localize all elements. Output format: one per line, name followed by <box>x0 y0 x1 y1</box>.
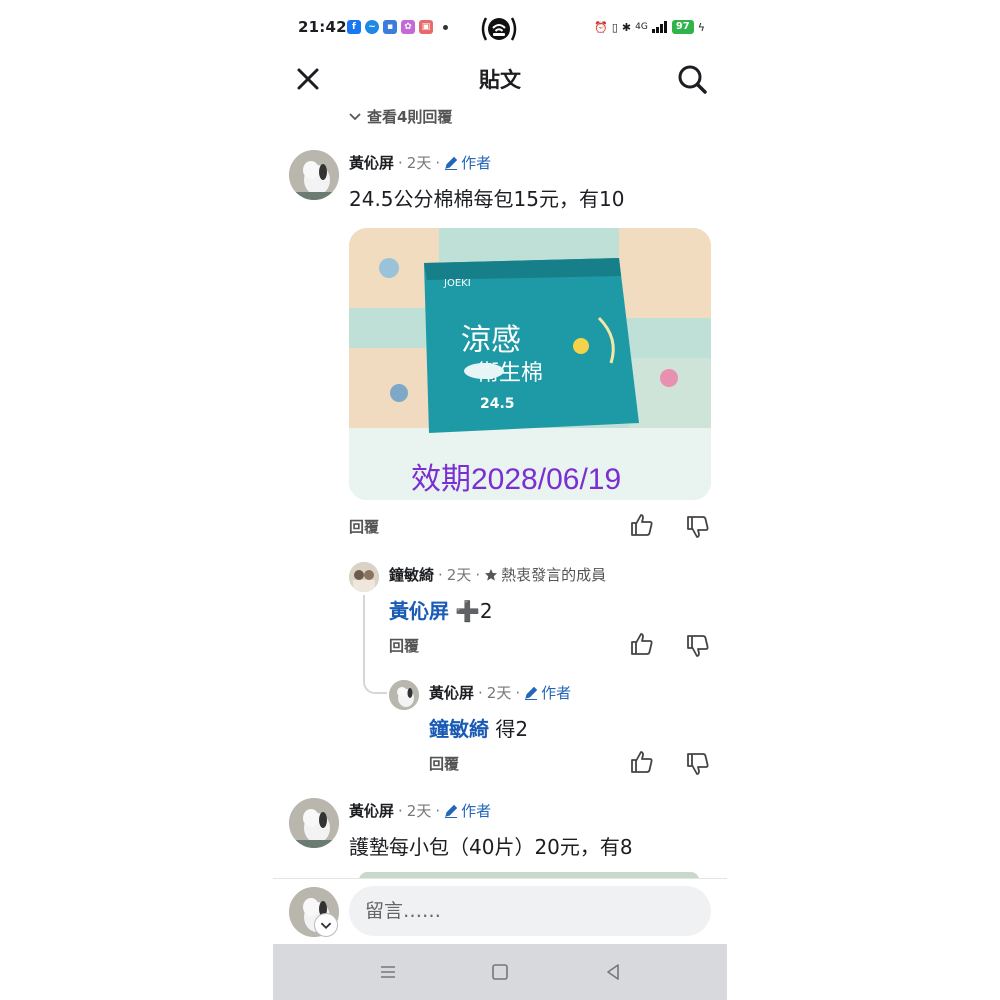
facebook-icon: f <box>347 20 361 34</box>
avatar[interactable] <box>349 562 379 592</box>
comment-meta: 鐘敏綺 · 2天 · 熱衷發言的成員 <box>389 564 607 585</box>
thread-connector <box>363 672 387 694</box>
search-icon[interactable] <box>675 62 709 96</box>
author-name[interactable]: 鐘敏綺 <box>389 564 434 585</box>
svg-text:JOEKI: JOEKI <box>443 278 471 289</box>
view-replies-label: 查看4則回覆 <box>367 108 453 126</box>
author-badge: 作者 <box>524 682 571 703</box>
comment-time: 2天 <box>406 802 432 820</box>
battery-indicator: 97 <box>671 20 694 34</box>
comment-meta: 黃伈屏 · 2天 · 作者 <box>349 152 492 173</box>
signal-icon <box>651 21 667 33</box>
author-badge: 作者 <box>444 152 491 173</box>
chevron-down-icon <box>349 112 361 120</box>
reply-button[interactable]: 回覆 <box>389 635 419 656</box>
app-header: 貼文 <box>273 56 727 102</box>
page-title: 貼文 <box>479 68 521 92</box>
more-notifications-icon <box>443 24 448 30</box>
status-bar: 21:42 f ~ ▪ ✿ ▣ ⏰ ▯ ✱ 4G 97 ϟ <box>273 10 727 46</box>
badge-label: 熱衷發言的成員 <box>501 566 607 584</box>
home-icon[interactable] <box>488 960 512 984</box>
pencil-icon <box>445 804 458 818</box>
author-badge: 作者 <box>444 800 491 821</box>
avatar-image <box>289 798 339 848</box>
messenger-icon: ~ <box>365 20 379 34</box>
comment-composer: 留言…… <box>273 878 727 945</box>
pencil-icon <box>445 156 458 170</box>
author-name[interactable]: 黃伈屏 <box>349 152 394 173</box>
thumbs-down-icon[interactable] <box>685 751 711 777</box>
hotspot-icon <box>481 17 517 41</box>
gallery-icon: ▣ <box>419 20 433 34</box>
avatar[interactable] <box>389 680 419 710</box>
avatar[interactable] <box>289 150 339 200</box>
comment-text: 護墊每小包（40片）20元，有8 <box>349 835 633 859</box>
badge-label: 作者 <box>541 684 572 702</box>
charging-icon: ϟ <box>697 20 705 34</box>
member-badge: 熱衷發言的成員 <box>484 564 606 585</box>
reply-button[interactable]: 回覆 <box>349 516 379 537</box>
comment-text: 鐘敏綺 得2 <box>429 713 528 742</box>
chevron-down-icon[interactable] <box>314 913 338 937</box>
comment-text: 黃伈屏 ➕2 <box>389 595 493 624</box>
comment-meta: 黃伈屏 · 2天 · 作者 <box>349 800 492 821</box>
system-icons: ⏰ ▯ ✱ 4G 97 ϟ <box>594 20 705 34</box>
svg-text:24.5: 24.5 <box>480 396 515 412</box>
comment-photo[interactable]: 涼感 衛生棉 24.5 JOEKI 效期2028/06/19 <box>349 228 711 500</box>
thumbs-up-icon[interactable] <box>629 512 655 538</box>
pencil-icon <box>525 686 538 700</box>
recent-apps-icon[interactable] <box>376 960 400 984</box>
thumbs-up-icon[interactable] <box>629 631 655 657</box>
avatar[interactable] <box>289 798 339 848</box>
star-badge-icon <box>485 568 498 581</box>
thumbs-down-icon[interactable] <box>685 633 711 659</box>
comment-time: 2天 <box>446 566 472 584</box>
thumbs-down-icon[interactable] <box>685 514 711 540</box>
thread-line <box>363 595 365 675</box>
comment-time: 2天 <box>406 154 432 172</box>
mention-link[interactable]: 黃伈屏 <box>389 599 449 623</box>
plus-emoji: ➕ <box>455 599 480 623</box>
author-name[interactable]: 黃伈屏 <box>349 800 394 821</box>
comment-meta: 黃伈屏 · 2天 · 作者 <box>429 682 572 703</box>
status-time: 21:42 <box>298 18 347 36</box>
badge-label: 作者 <box>461 154 492 172</box>
reply-button[interactable]: 回覆 <box>429 753 459 774</box>
mention-link[interactable]: 鐘敏綺 <box>429 717 489 741</box>
svg-text:涼感: 涼感 <box>461 323 521 358</box>
author-name[interactable]: 黃伈屏 <box>429 682 474 703</box>
notification-icons: f ~ ▪ ✿ ▣ <box>347 20 448 34</box>
avatar-image <box>349 562 379 592</box>
alarm-icon: ⏰ <box>594 20 608 34</box>
photos-icon: ✿ <box>401 20 415 34</box>
thumbs-up-icon[interactable] <box>629 749 655 775</box>
comment-time: 2天 <box>486 684 512 702</box>
group-icon: ▪ <box>383 20 397 34</box>
photo-caption: 效期2028/06/19 <box>411 463 622 496</box>
avatar-image <box>389 680 419 710</box>
comment-text: 24.5公分棉棉每包15元，有10 <box>349 187 625 211</box>
back-icon[interactable] <box>601 960 625 984</box>
view-replies-link[interactable]: 查看4則回覆 <box>349 106 452 127</box>
bluetooth-icon: ✱ <box>621 20 632 34</box>
comment-body: 得2 <box>495 717 529 741</box>
network-label: 4G <box>635 22 648 32</box>
system-nav-bar <box>273 944 727 1000</box>
vibrate-icon: ▯ <box>611 20 618 34</box>
avatar-image <box>289 150 339 200</box>
badge-label: 作者 <box>461 802 492 820</box>
phone-screen: 21:42 f ~ ▪ ✿ ▣ ⏰ ▯ ✱ 4G 97 ϟ 貼文 查看4則回覆 … <box>273 0 727 1000</box>
comment-body: 2 <box>479 599 493 623</box>
comment-input[interactable]: 留言…… <box>349 886 711 936</box>
